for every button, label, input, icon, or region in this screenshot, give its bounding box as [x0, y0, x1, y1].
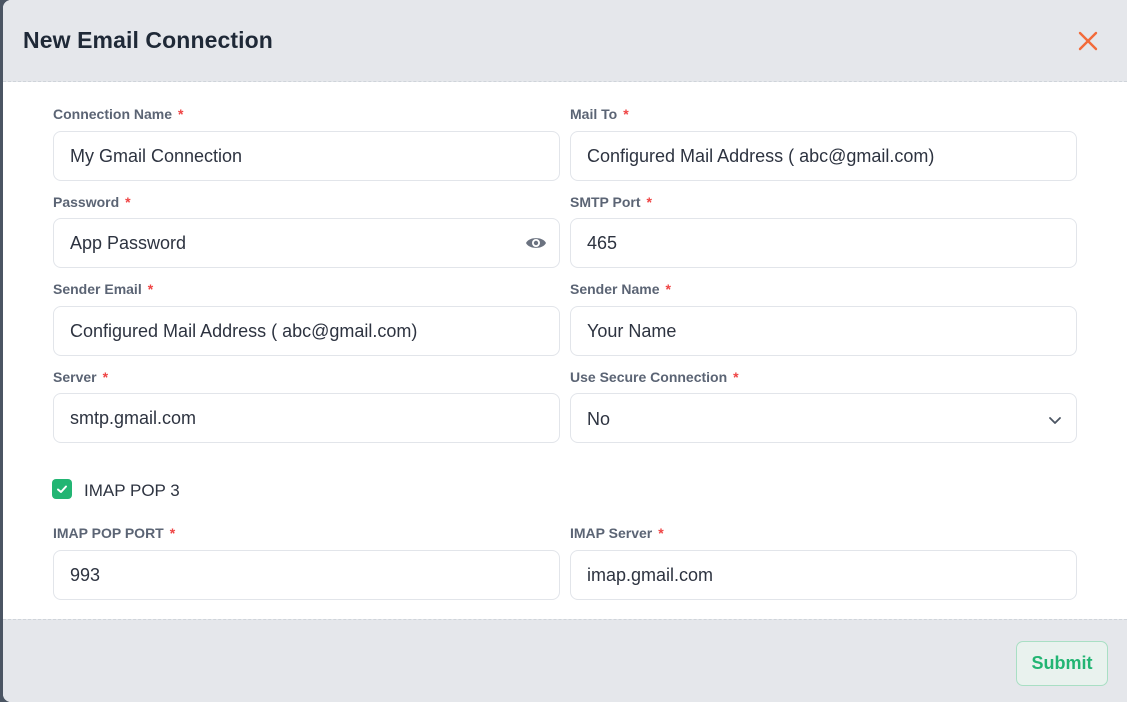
smtp-port-label: SMTP Port * [570, 194, 652, 210]
connection-name-label-text: Connection Name [53, 106, 173, 122]
sender-name-label-text: Sender Name [570, 281, 660, 297]
secure-connection-label: Use Secure Connection * [570, 369, 739, 385]
connection-name-label: Connection Name * [53, 106, 183, 122]
required-marker: * [623, 106, 629, 122]
required-marker: * [733, 369, 739, 385]
required-marker: * [646, 194, 652, 210]
imap-pop-port-input[interactable] [70, 551, 510, 599]
secure-connection-select[interactable]: No [570, 393, 1077, 443]
smtp-port-label-text: SMTP Port [570, 194, 641, 210]
smtp-port-input[interactable] [587, 219, 1027, 267]
mail-to-input[interactable] [587, 132, 1027, 180]
required-marker: * [658, 525, 664, 541]
modal-header: New Email Connection [3, 0, 1127, 82]
connection-name-field[interactable] [53, 131, 560, 181]
imap-server-field[interactable] [570, 550, 1077, 600]
check-icon [57, 485, 67, 493]
submit-button[interactable]: Submit [1016, 641, 1108, 686]
password-field[interactable] [53, 218, 560, 268]
imap-pop3-checkbox[interactable] [52, 479, 72, 499]
server-label-text: Server [53, 369, 97, 385]
smtp-port-field[interactable] [570, 218, 1077, 268]
chevron-down-icon [1049, 417, 1061, 424]
close-icon [1078, 31, 1098, 51]
required-marker: * [169, 525, 176, 541]
eye-icon[interactable] [525, 233, 547, 253]
password-input[interactable] [70, 219, 510, 267]
mail-to-label: Mail To * [570, 106, 629, 122]
secure-connection-value: No [587, 409, 611, 429]
modal-title: New Email Connection [23, 27, 273, 53]
password-label: Password * [53, 194, 131, 210]
imap-pop-port-label: IMAP POP PORT * [53, 525, 175, 541]
required-marker: * [178, 106, 184, 122]
server-label: Server * [53, 369, 108, 385]
sender-email-input[interactable] [70, 307, 510, 355]
sender-name-label: Sender Name * [570, 281, 671, 297]
required-marker: * [665, 281, 671, 297]
modal-body: Connection Name * Mail To * Password * SMTP… [3, 82, 1127, 619]
server-input[interactable] [70, 394, 510, 442]
sender-email-label-text: Sender Email [53, 281, 142, 297]
password-label-text: Password [53, 194, 120, 210]
required-marker: * [147, 281, 154, 297]
email-connection-modal: New Email Connection Connection Name * Ma… [3, 0, 1127, 702]
imap-pop-port-label-text: IMAP POP PORT [53, 525, 164, 541]
connection-name-input[interactable] [70, 132, 510, 180]
mail-to-label-text: Mail To [570, 106, 618, 122]
modal-footer: Submit [3, 619, 1127, 702]
required-marker: * [102, 369, 109, 385]
server-field[interactable] [53, 393, 560, 443]
secure-connection-label-text: Use Secure Connection [570, 369, 728, 385]
mail-to-field[interactable] [570, 131, 1077, 181]
sender-email-label: Sender Email * [53, 281, 153, 297]
imap-server-input[interactable] [587, 551, 1027, 599]
imap-server-label-text: IMAP Server [570, 525, 653, 541]
required-marker: * [125, 194, 131, 210]
sender-name-input[interactable] [587, 307, 1027, 355]
sender-name-field[interactable] [570, 306, 1077, 356]
imap-pop3-label[interactable]: IMAP POP 3 [84, 481, 180, 501]
imap-server-label: IMAP Server * [570, 525, 664, 541]
close-button[interactable] [1075, 28, 1101, 54]
imap-pop-port-field[interactable] [53, 550, 560, 600]
sender-email-field[interactable] [53, 306, 560, 356]
